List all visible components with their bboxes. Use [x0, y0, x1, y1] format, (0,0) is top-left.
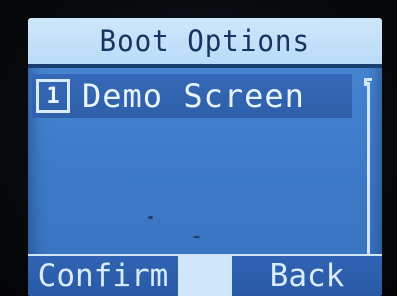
confirm-label: Confirm [37, 258, 169, 294]
screen-title: Boot Options [99, 24, 311, 58]
lcd-screen: Boot Options 1 Demo Screen Confirm Back [28, 18, 382, 296]
scrollbar-track [367, 82, 370, 262]
boot-options-list: 1 Demo Screen [32, 74, 352, 264]
softkey-bar: Confirm Back [28, 254, 382, 296]
screen-speck [193, 236, 200, 238]
item-number-badge: 1 [36, 79, 70, 113]
list-item-demo-screen[interactable]: 1 Demo Screen [32, 74, 352, 118]
scrollbar[interactable] [364, 78, 374, 266]
item-label: Demo Screen [82, 77, 305, 115]
confirm-button[interactable]: Confirm [28, 256, 178, 296]
back-button[interactable]: Back [232, 256, 382, 296]
title-divider [28, 64, 382, 68]
back-label: Back [269, 258, 345, 294]
screen-speck [148, 216, 153, 219]
title-bar: Boot Options [28, 18, 382, 64]
